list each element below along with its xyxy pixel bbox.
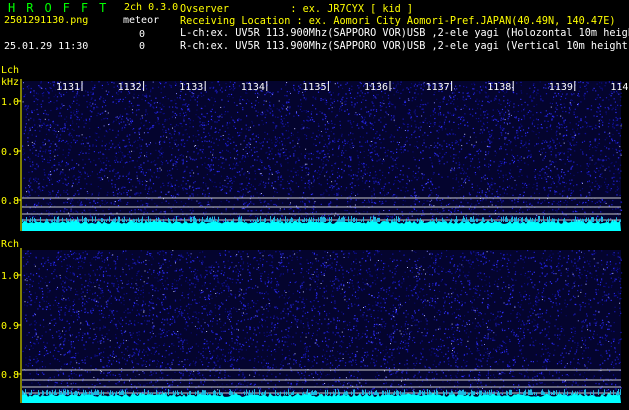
time-tick-label: 1132 — [118, 82, 142, 93]
time-tick-label: 1136 — [364, 82, 388, 93]
time-tick-label: 1133 — [179, 82, 203, 93]
time-tick-label: 1138 — [487, 82, 511, 93]
time-tick-label: 1139 — [549, 82, 573, 93]
frequency-tick-label: 0.9 — [1, 321, 19, 332]
frequency-tick-label: 0.8 — [1, 196, 19, 207]
spectrogram-display: 1.0 0.9 0.8 1.0 0.9 0.8 1131 1132 1133 1134 1135… — [1, 79, 629, 403]
lch-spectrogram-panel: 1.0 0.9 0.8 — [1, 79, 623, 231]
time-tick-label: 1137 — [426, 82, 450, 93]
time-tick-label: 1131 — [56, 82, 80, 93]
time-tick-label: 1140 — [610, 82, 629, 93]
frequency-tick-label: 0.9 — [1, 147, 19, 158]
time-tick-label: 1135 — [302, 82, 326, 93]
frequency-tick-label: 1.0 — [1, 97, 19, 108]
time-tick-label: 1134 — [241, 82, 265, 93]
rch-spectrogram-panel: 1.0 0.9 0.8 — [1, 248, 623, 403]
frequency-tick-label: 0.8 — [1, 370, 19, 381]
frequency-tick-label: 1.0 — [1, 271, 19, 282]
